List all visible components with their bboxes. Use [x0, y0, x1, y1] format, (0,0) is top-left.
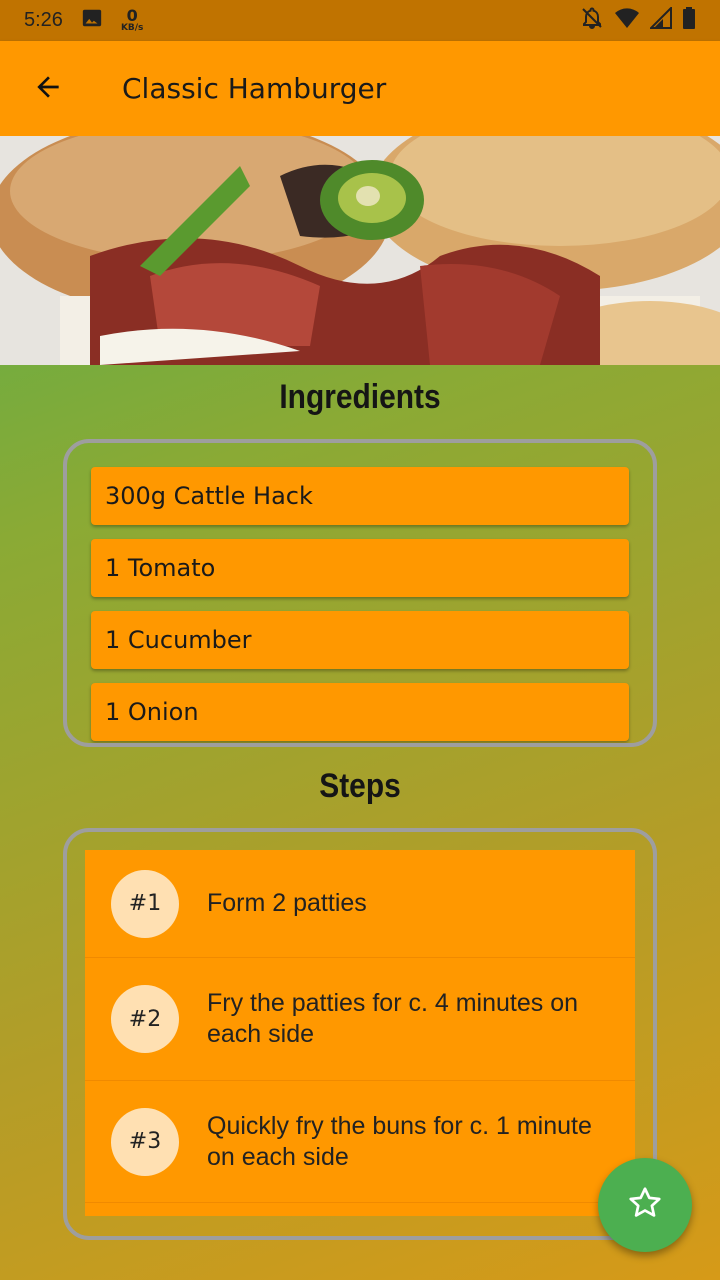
step-item: #3 Quickly fry the buns for c. 1 minute …	[85, 1081, 635, 1203]
battery-icon	[682, 7, 696, 34]
net-speed-unit: KB/s	[120, 23, 144, 33]
step-number-badge: #2	[111, 985, 179, 1053]
step-text: Form 2 patties	[207, 889, 367, 917]
signal-icon	[648, 5, 672, 34]
step-number-badge: #1	[111, 869, 179, 938]
net-speed-value: 0	[126, 6, 138, 25]
arrow-back-icon	[32, 71, 64, 107]
ingredient-item: 1 Onion	[91, 683, 629, 741]
recipe-image	[0, 136, 720, 365]
notifications-off-icon	[580, 6, 604, 35]
wifi-icon	[614, 7, 640, 34]
app-bar: Classic Hamburger	[0, 41, 720, 136]
step-item: #2 Fry the patties for c. 4 minutes on e…	[85, 958, 635, 1081]
ingredient-item: 300g Cattle Hack	[91, 467, 629, 525]
step-number-badge: #3	[111, 1107, 179, 1176]
ingredients-title: Ingredients	[279, 378, 441, 416]
net-speed: 0 KB/s	[121, 8, 143, 33]
step-text: Fry the patties for c. 4 minutes on each…	[207, 989, 578, 1048]
steps-list[interactable]: #1 Form 2 patties #2 Fry the patties for…	[85, 850, 635, 1216]
ingredients-panel[interactable]: 300g Cattle Hack 1 Tomato 1 Cucumber 1 O…	[63, 439, 657, 747]
ingredient-item: 1 Cucumber	[91, 611, 629, 669]
star-outline-icon	[627, 1185, 663, 1225]
page-title: Classic Hamburger	[122, 72, 387, 105]
step-item: #1 Form 2 patties	[85, 850, 635, 958]
ingredient-item: 1 Tomato	[91, 539, 629, 597]
status-time: 5:26	[24, 9, 63, 31]
step-text: Quickly fry the buns for c. 1 minute on …	[207, 1111, 592, 1171]
status-bar: 5:26 0 KB/s	[0, 0, 720, 41]
steps-panel[interactable]: #1 Form 2 patties #2 Fry the patties for…	[63, 828, 657, 1240]
steps-title: Steps	[319, 767, 401, 805]
ingredients-list[interactable]: 300g Cattle Hack 1 Tomato 1 Cucumber 1 O…	[67, 443, 653, 741]
back-button[interactable]	[0, 41, 96, 136]
image-icon	[81, 7, 103, 34]
favorite-button[interactable]	[598, 1158, 692, 1252]
